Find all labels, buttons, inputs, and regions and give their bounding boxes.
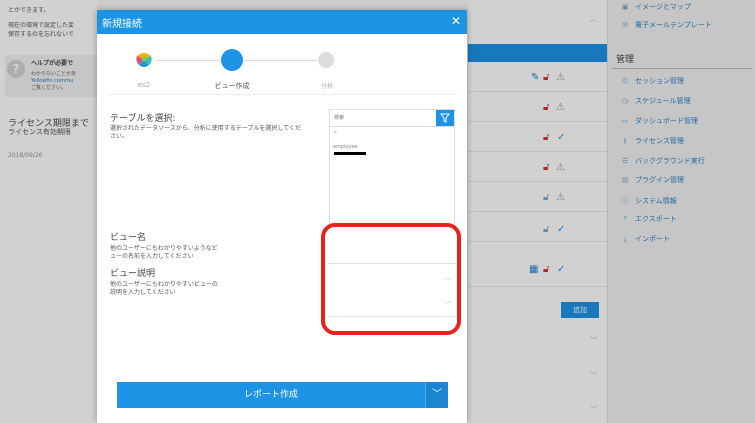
view-name-description: 他のユーザーにもわかりやすいようなビューの名前を入力してください — [110, 245, 218, 260]
annotation-highlight-box — [321, 223, 461, 335]
view-description-help: 他のユーザーにもわかりやすいビューの説明を入力してください — [110, 281, 218, 296]
divider — [107, 94, 457, 95]
dialog-header: 新規接続 ✕ — [97, 10, 467, 34]
chevron-down-icon[interactable]: ﹀ — [425, 382, 448, 408]
dialog-title: 新規接続 — [102, 19, 142, 30]
clear-icon[interactable]: × — [333, 130, 337, 136]
step-connector — [245, 60, 317, 61]
step-label-analysis: 分析 — [320, 83, 333, 90]
step-label-es2: es2 — [137, 81, 151, 89]
close-icon[interactable]: ✕ — [451, 13, 461, 29]
step-indicator-pending — [318, 52, 334, 68]
es2-logo-icon — [134, 50, 154, 70]
table-list[interactable]: × employee — [329, 127, 455, 227]
view-name-label: ビュー名 — [110, 233, 147, 243]
table-select-label: テーブルを選択: — [110, 114, 176, 124]
new-connection-dialog: 新規接続 ✕ es2 ビュー作成 分析 テーブルを選択: 選択されたデータソース… — [97, 10, 467, 423]
table-search-box — [329, 109, 455, 127]
view-description-label: ビュー説明 — [110, 269, 156, 279]
table-search-input[interactable] — [330, 110, 436, 126]
create-report-button[interactable]: レポート作成 — [117, 382, 425, 408]
redaction-bar — [334, 152, 366, 155]
step-connector — [157, 60, 219, 61]
table-select-description: 選択されたデータソースから、分析に使用するテーブルを選択してください。 — [110, 125, 301, 140]
step-indicator-active — [221, 49, 243, 71]
table-list-item[interactable]: employee — [333, 144, 358, 150]
step-label-view-create: ビュー作成 — [214, 82, 250, 90]
filter-icon[interactable] — [436, 110, 454, 126]
